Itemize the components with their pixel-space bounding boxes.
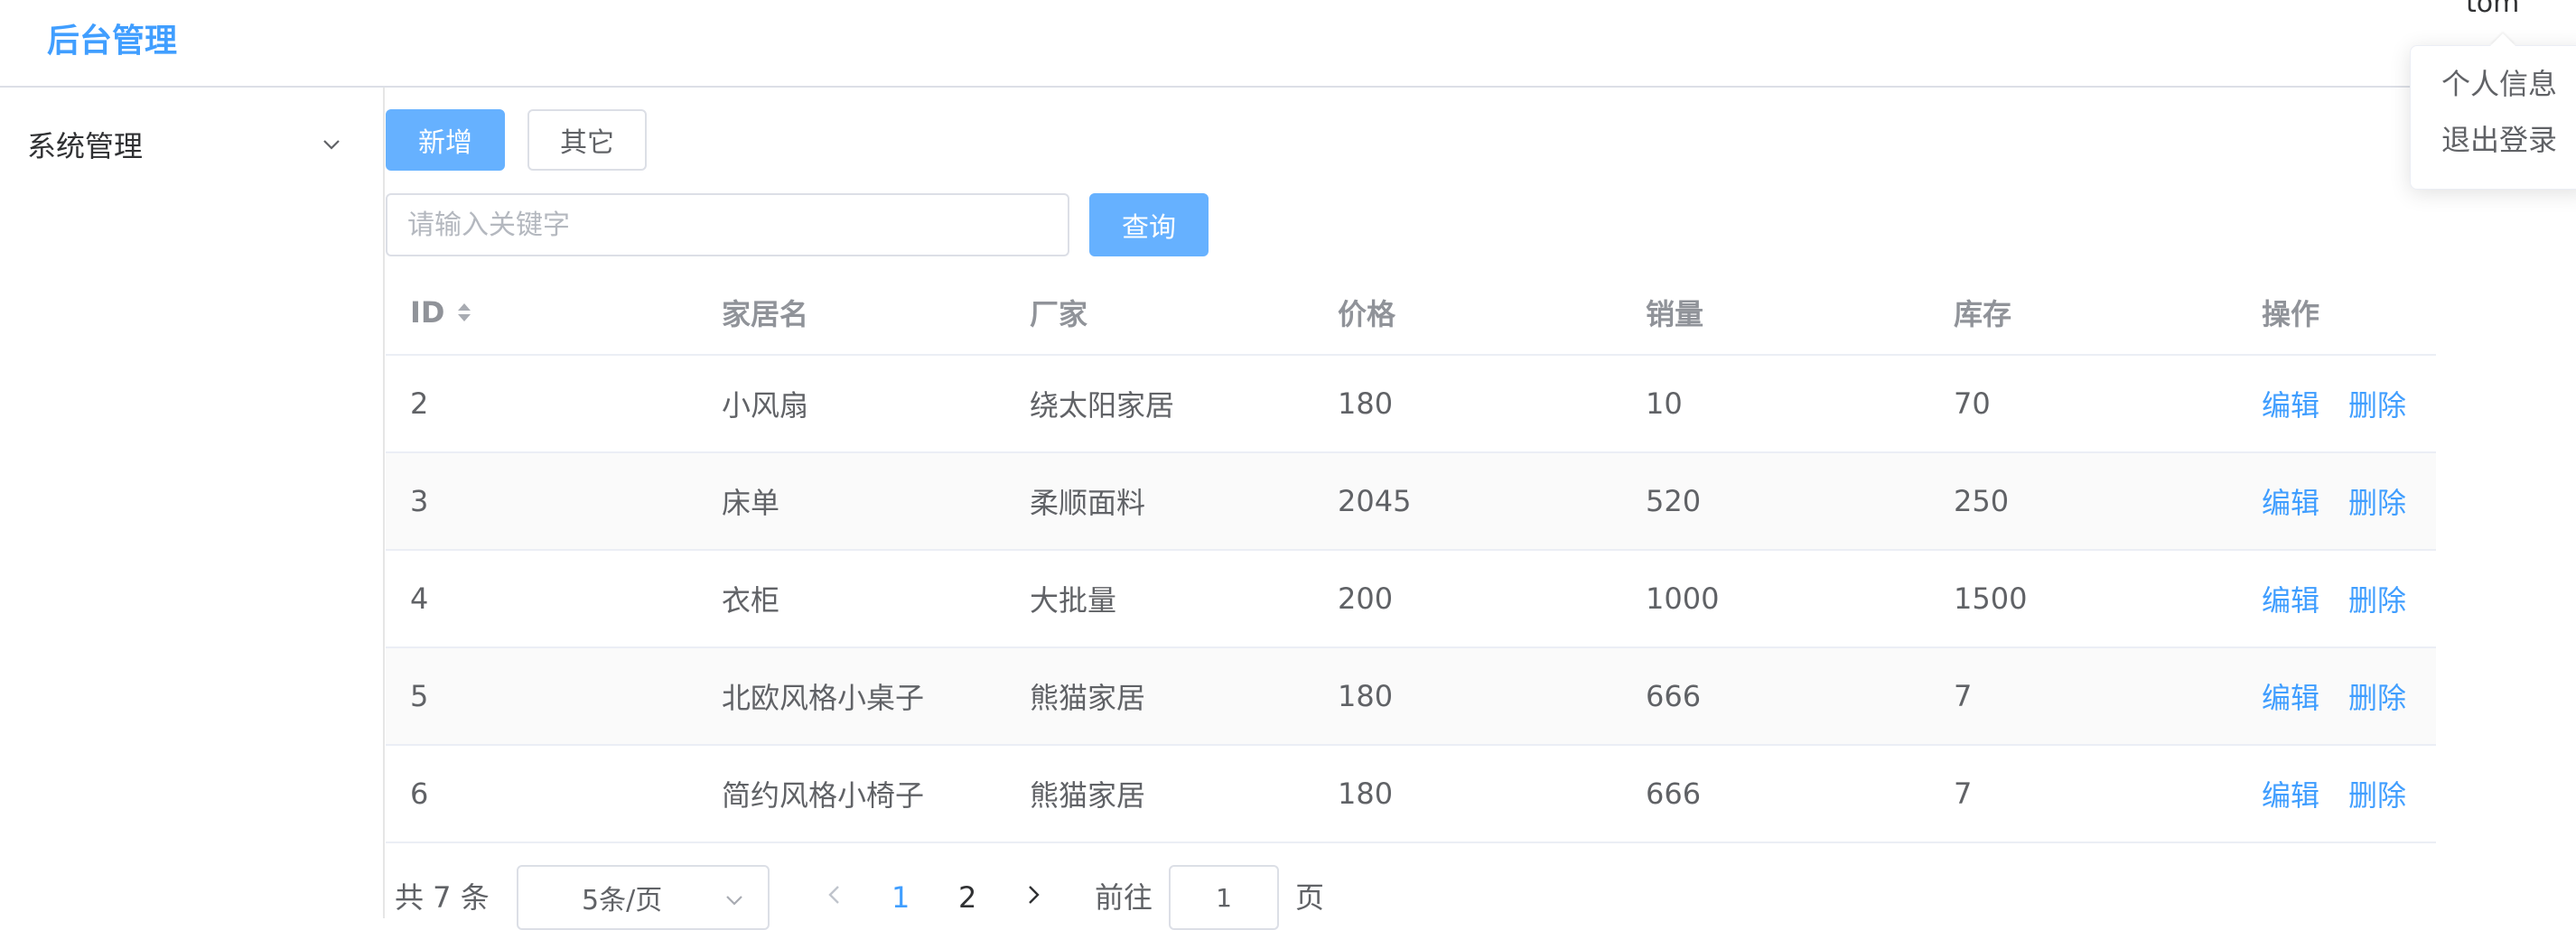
goto-label: 前往 bbox=[1095, 880, 1153, 915]
furniture-table: ID 家居名 厂家 价格 销量 库存 操作 2 小风扇 绕太阳家居 180 10… bbox=[386, 271, 2436, 843]
top-header: 后台管理 bbox=[0, 0, 2576, 88]
cell-sales: 520 bbox=[1646, 484, 1702, 518]
user-name[interactable]: tom bbox=[2466, 0, 2519, 22]
edit-link[interactable]: 编辑 bbox=[2262, 480, 2319, 522]
cell-maker: 熊猫家居 bbox=[1030, 681, 1146, 715]
add-button[interactable]: 新增 bbox=[386, 109, 505, 171]
cell-stock: 250 bbox=[1954, 484, 2010, 518]
dropdown-item-logout[interactable]: 退出登录 bbox=[2411, 122, 2576, 185]
cell-price: 180 bbox=[1338, 777, 1394, 811]
column-header-price: 价格 bbox=[1338, 297, 1396, 331]
cell-sales: 10 bbox=[1646, 386, 1683, 421]
table-row: 5 北欧风格小桌子 熊猫家居 180 666 7 编辑 删除 bbox=[386, 648, 2436, 746]
cell-actions: 编辑 删除 bbox=[2262, 551, 2435, 646]
column-header-stock: 库存 bbox=[1954, 297, 2012, 331]
table-row: 4 衣柜 大批量 200 1000 1500 编辑 删除 bbox=[386, 551, 2436, 648]
column-header-id[interactable]: ID bbox=[410, 271, 473, 354]
cell-actions: 编辑 删除 bbox=[2262, 746, 2435, 842]
column-header-name: 家居名 bbox=[722, 297, 809, 331]
cell-maker: 柔顺面料 bbox=[1030, 486, 1146, 520]
edit-link[interactable]: 编辑 bbox=[2262, 773, 2319, 814]
cell-actions: 编辑 删除 bbox=[2262, 453, 2435, 549]
cell-stock: 1500 bbox=[1954, 581, 2028, 616]
app-title: 后台管理 bbox=[47, 23, 178, 60]
cell-id: 6 bbox=[410, 777, 429, 811]
sidebar-item-label: 系统管理 bbox=[27, 129, 144, 163]
page-number-1[interactable]: 1 bbox=[891, 876, 910, 919]
cell-name: 衣柜 bbox=[722, 583, 780, 618]
cell-maker: 熊猫家居 bbox=[1030, 778, 1146, 813]
cell-price: 200 bbox=[1338, 581, 1394, 616]
table-header-row: ID 家居名 厂家 价格 销量 库存 操作 bbox=[386, 271, 2436, 356]
other-button[interactable]: 其它 bbox=[527, 109, 647, 171]
cell-stock: 7 bbox=[1954, 777, 1973, 811]
cell-sales: 1000 bbox=[1646, 581, 1720, 616]
delete-link[interactable]: 删除 bbox=[2348, 675, 2406, 717]
dropdown-item-profile[interactable]: 个人信息 bbox=[2411, 59, 2576, 122]
cell-sales: 666 bbox=[1646, 777, 1702, 811]
cell-price: 2045 bbox=[1338, 484, 1412, 518]
cell-name: 北欧风格小桌子 bbox=[722, 681, 925, 715]
table-row: 3 床单 柔顺面料 2045 520 250 编辑 删除 bbox=[386, 453, 2436, 551]
sidebar-item-system-management[interactable]: 系统管理 bbox=[0, 115, 383, 174]
cell-price: 180 bbox=[1338, 386, 1394, 421]
edit-link[interactable]: 编辑 bbox=[2262, 578, 2319, 619]
cell-stock: 70 bbox=[1954, 386, 1991, 421]
edit-link[interactable]: 编辑 bbox=[2262, 675, 2319, 717]
prev-page-icon[interactable] bbox=[824, 881, 845, 908]
goto-page-input[interactable] bbox=[1169, 865, 1279, 930]
cell-sales: 666 bbox=[1646, 679, 1702, 713]
page-size-select[interactable]: 5条/页 bbox=[517, 865, 770, 930]
cell-maker: 绕太阳家居 bbox=[1030, 388, 1175, 423]
cell-price: 180 bbox=[1338, 679, 1394, 713]
page-size-value: 5条/页 bbox=[582, 885, 663, 916]
edit-link[interactable]: 编辑 bbox=[2262, 383, 2319, 424]
delete-link[interactable]: 删除 bbox=[2348, 773, 2406, 814]
pagination-total: 共 7 条 bbox=[395, 880, 490, 915]
delete-link[interactable]: 删除 bbox=[2348, 383, 2406, 424]
cell-stock: 7 bbox=[1954, 679, 1973, 713]
search-input[interactable] bbox=[386, 193, 1069, 256]
page-suffix-label: 页 bbox=[1295, 880, 1325, 915]
cell-maker: 大批量 bbox=[1030, 583, 1117, 618]
cell-name: 小风扇 bbox=[722, 388, 809, 423]
delete-link[interactable]: 删除 bbox=[2348, 578, 2406, 619]
cell-actions: 编辑 删除 bbox=[2262, 648, 2435, 744]
chevron-down-icon bbox=[323, 140, 340, 150]
cell-id: 4 bbox=[410, 581, 429, 616]
query-button[interactable]: 查询 bbox=[1089, 193, 1209, 256]
column-header-maker: 厂家 bbox=[1030, 297, 1088, 331]
table-row: 2 小风扇 绕太阳家居 180 10 70 编辑 删除 bbox=[386, 356, 2436, 453]
dropdown-arrow bbox=[2490, 33, 2515, 46]
column-header-sales: 销量 bbox=[1646, 297, 1704, 331]
page-number-2[interactable]: 2 bbox=[958, 876, 976, 919]
chevron-down-icon bbox=[726, 896, 742, 906]
cell-name: 简约风格小椅子 bbox=[722, 778, 925, 813]
sort-icon[interactable] bbox=[455, 299, 473, 326]
next-page-icon[interactable] bbox=[1022, 881, 1044, 908]
delete-link[interactable]: 删除 bbox=[2348, 480, 2406, 522]
column-header-actions: 操作 bbox=[2262, 297, 2320, 331]
user-dropdown-menu: 个人信息 退出登录 bbox=[2410, 33, 2576, 190]
column-header-label: ID bbox=[410, 295, 445, 330]
cell-actions: 编辑 删除 bbox=[2262, 356, 2435, 451]
cell-name: 床单 bbox=[722, 486, 780, 520]
table-row: 6 简约风格小椅子 熊猫家居 180 666 7 编辑 删除 bbox=[386, 746, 2436, 843]
sidebar: 系统管理 bbox=[0, 88, 385, 918]
cell-id: 2 bbox=[410, 386, 429, 421]
cell-id: 5 bbox=[410, 679, 429, 713]
cell-id: 3 bbox=[410, 484, 429, 518]
